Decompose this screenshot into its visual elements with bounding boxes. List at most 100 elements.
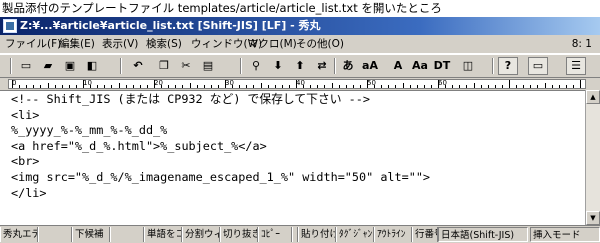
ruler-tick [516, 85, 518, 88]
cut-icon: ✂ [181, 59, 191, 72]
ruler-tick [395, 85, 397, 88]
toolbar-separator [492, 58, 494, 74]
grep-button[interactable]: DT [432, 57, 452, 75]
screenshot-caption: 製品添付のテンプレートファイル templates/article/articl… [2, 1, 442, 15]
text-editor[interactable]: <!-- Shift_JIS (または CP932 など) で保存して下さい -… [0, 90, 585, 225]
ruler-tick [381, 85, 383, 88]
width-aa-button[interactable]: Aa [410, 57, 430, 75]
menu-search[interactable]: 検索(S) [143, 35, 185, 53]
fkey-8[interactable]: ｺﾋﾟｰ [258, 227, 292, 242]
ruler-tick [466, 85, 468, 88]
app-icon[interactable] [3, 19, 17, 33]
code-line: <a href="%_d_%.html">%_subject_%</a> [11, 138, 267, 153]
ruler-tick [40, 85, 42, 88]
ruler-tick [33, 85, 35, 88]
fkey-4[interactable] [110, 227, 144, 242]
ruler-tick [530, 85, 532, 88]
menu-macro[interactable]: マクロ(M) [245, 35, 300, 53]
compare-button[interactable]: ◫ [458, 57, 478, 75]
fkey-9[interactable]: 貼り付け [298, 227, 336, 242]
ruler-tick [253, 85, 255, 88]
ruler-strip: 0 10 20 30 40 50 60 [8, 79, 586, 89]
fkey-3[interactable]: 下候補 [72, 227, 110, 242]
fkey-2[interactable] [38, 227, 72, 242]
ruler-tick [487, 85, 489, 88]
ruler-tick [68, 85, 70, 88]
scroll-down-icon[interactable]: ▼ [586, 211, 600, 225]
ruler-tick [182, 85, 184, 88]
menu-view[interactable]: 表示(V) [99, 35, 141, 53]
toolbar-separator [334, 58, 336, 74]
ruler-tick [494, 85, 496, 88]
ruler-tick [501, 85, 503, 88]
case-a-button[interactable]: あ [338, 57, 358, 75]
insert-mode-status[interactable]: 挿入モード [530, 227, 600, 242]
menu-other[interactable]: その他(O) [293, 35, 347, 53]
ruler-tick [288, 85, 290, 88]
code-line: <!-- Shift_JIS (または CP932 など) で保存して下さい -… [11, 92, 370, 106]
code-line: </li> [11, 185, 47, 200]
replace-button[interactable]: ⇄ [312, 57, 332, 75]
undo-button[interactable]: ↶ [128, 57, 148, 75]
fkey-5[interactable]: 単語をコ [144, 227, 182, 242]
title-bar[interactable]: Z:¥...¥article¥article_list.txt [Shift-J… [0, 17, 600, 35]
ruler-tick [47, 83, 49, 88]
split-button[interactable]: ☰ [566, 57, 586, 75]
find-button[interactable]: ⚲ [246, 57, 266, 75]
vertical-scrollbar[interactable]: ▲ ▼ [585, 90, 600, 225]
fkey-12[interactable]: 行番号 [412, 227, 438, 242]
window-button[interactable]: ▭ [528, 57, 548, 75]
ruler-tick [75, 85, 77, 88]
ruler-tick [523, 85, 525, 88]
open-folder-button[interactable]: ▰ [38, 57, 58, 75]
find-up-button[interactable]: ⬆ [290, 57, 310, 75]
ruler-tick [572, 85, 574, 88]
ruler-tick [104, 85, 106, 88]
fkey-11[interactable]: ｱｳﾄﾗｲﾝ [374, 227, 412, 242]
ruler-tick [324, 85, 326, 88]
find-down-button[interactable]: ⬇ [268, 57, 288, 75]
fkey-1[interactable]: 秀丸エデ [0, 227, 38, 242]
ruler-tick [118, 83, 120, 88]
help-button[interactable]: ? [498, 57, 518, 75]
ruler-tick [558, 85, 560, 88]
ruler-tick [480, 85, 482, 88]
ruler-tick [388, 85, 390, 88]
ruler-tick [445, 85, 447, 88]
width-a-button[interactable]: A [388, 57, 408, 75]
save-as-button[interactable]: ◧ [82, 57, 102, 75]
fkey-6[interactable]: 分割ウィ [182, 227, 220, 242]
ruler-tick [12, 80, 13, 88]
function-key-bar: 秀丸エデ 下候補 単語をコ 分割ウィ 切り抜き ｺﾋﾟｰ 貼り付け ﾀｸﾞｼﾞｬ… [0, 225, 600, 243]
column-ruler: 0 10 20 30 40 50 60 [0, 78, 600, 90]
save-button[interactable]: ▣ [60, 57, 80, 75]
ruler-tick [544, 83, 546, 88]
case-aa-icon: aA [362, 59, 378, 72]
ruler-tick [210, 85, 212, 88]
ruler-tick [225, 80, 226, 88]
code-line: <li> [11, 107, 40, 122]
case-aa-button[interactable]: aA [360, 57, 380, 75]
fkey-7[interactable]: 切り抜き [220, 227, 258, 242]
new-file-icon: ▭ [20, 59, 32, 72]
ruler-tick [61, 85, 63, 88]
ruler-tick [473, 83, 475, 88]
ruler-tick [132, 85, 134, 88]
menu-file[interactable]: ファイル(F) [2, 35, 64, 53]
ruler-tick [345, 85, 347, 88]
ruler-tick [260, 83, 262, 88]
copy-button[interactable]: ❐ [154, 57, 174, 75]
ruler-tick [537, 85, 539, 88]
ruler-tick [317, 85, 319, 88]
menu-edit[interactable]: 編集(E) [56, 35, 98, 53]
fkey-10[interactable]: ﾀｸﾞｼﾞｬﾝ [336, 227, 374, 242]
new-file-button[interactable]: ▭ [16, 57, 36, 75]
toolbar-separator [120, 58, 122, 74]
cut-button[interactable]: ✂ [176, 57, 196, 75]
scroll-up-icon[interactable]: ▲ [586, 90, 600, 104]
ruler-tick [459, 85, 461, 88]
ruler-tick [125, 85, 127, 88]
paste-button[interactable]: ▤ [198, 57, 218, 75]
ruler-tick [430, 85, 432, 88]
encoding-status[interactable]: 日本語(Shift-JIS) [438, 227, 528, 242]
